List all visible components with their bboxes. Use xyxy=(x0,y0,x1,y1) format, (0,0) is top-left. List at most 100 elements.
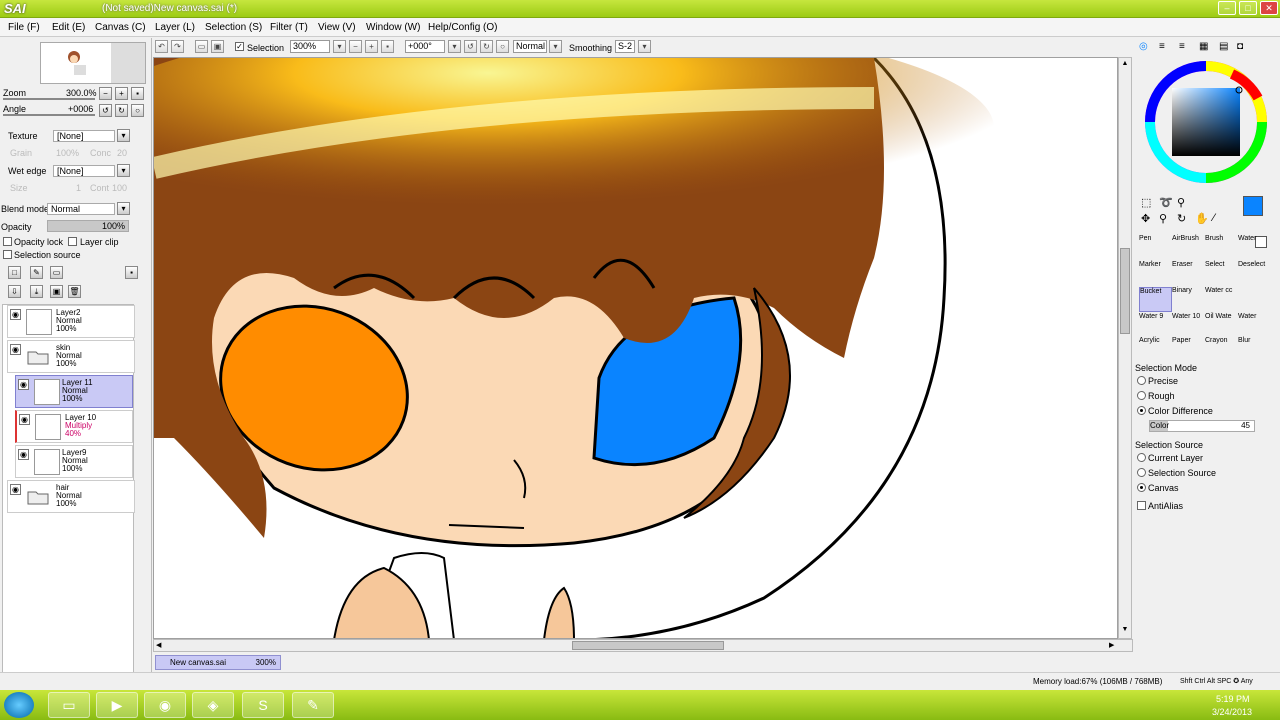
nav-rotate-left-icon[interactable]: ↺ xyxy=(99,104,112,117)
horizontal-scrollbar[interactable]: ◀ ▶ xyxy=(153,639,1133,652)
blend-mode-select[interactable]: Normal xyxy=(47,203,115,215)
transfer-down-icon[interactable]: ⇩ xyxy=(8,285,21,298)
menu-file[interactable]: File (F) xyxy=(8,22,40,33)
layer-mask-icon[interactable]: ▪ xyxy=(125,266,138,279)
tool-brush[interactable]: Brush xyxy=(1205,235,1238,260)
zoom-icon[interactable]: ⚲ xyxy=(1159,212,1167,225)
move-icon[interactable]: ✥ xyxy=(1141,212,1150,225)
color-difference-slider[interactable]: Color 45 xyxy=(1149,420,1255,432)
blend-dropdown-icon[interactable]: ▾ xyxy=(549,40,562,53)
vertical-scrollbar[interactable]: ▲ ▼ xyxy=(1118,57,1132,639)
palette-tab-icon[interactable]: ◘ xyxy=(1237,41,1243,52)
menu-edit[interactable]: Edit (E) xyxy=(52,22,85,33)
hsv-slider-tab-icon[interactable]: ≡ xyxy=(1179,41,1185,52)
radio-selection-source[interactable] xyxy=(1137,468,1146,477)
deselect-icon[interactable]: ▭ xyxy=(195,40,208,53)
zoom-dropdown-icon[interactable]: ▾ xyxy=(333,40,346,53)
eye-icon[interactable]: ◉ xyxy=(18,379,29,390)
sai-icon[interactable]: ✎ xyxy=(292,692,334,718)
eyedropper-icon[interactable]: ⁄ xyxy=(1213,212,1215,224)
nav-rotate-reset-icon[interactable]: ○ xyxy=(131,104,144,117)
tool-water-9[interactable]: Water 9 xyxy=(1139,313,1172,338)
menu-window[interactable]: Window (W) xyxy=(366,22,420,33)
blend-mode-dropdown-icon[interactable]: ▾ xyxy=(117,202,130,215)
hand-icon[interactable]: ✋ xyxy=(1195,212,1209,225)
menu-view[interactable]: View (V) xyxy=(318,22,356,33)
folder-icon[interactable]: ▭ xyxy=(48,692,90,718)
radio-color-difference[interactable] xyxy=(1137,406,1146,415)
zoom-field[interactable]: 300% xyxy=(290,40,330,53)
rgb-slider-tab-icon[interactable]: ≡ xyxy=(1159,41,1165,52)
undo-icon[interactable]: ↶ xyxy=(155,40,168,53)
antialias-checkbox[interactable] xyxy=(1137,501,1146,510)
scroll-down-icon[interactable]: ▼ xyxy=(1120,626,1130,636)
color-wheel-tab-icon[interactable]: ◎ xyxy=(1139,41,1148,52)
radio-canvas[interactable] xyxy=(1137,483,1146,492)
start-button[interactable] xyxy=(4,692,34,718)
horizontal-scroll-thumb[interactable] xyxy=(572,641,724,650)
new-layer-icon[interactable]: □ xyxy=(8,266,21,279)
menu-canvas[interactable]: Canvas (C) xyxy=(95,22,146,33)
tool-water-2[interactable]: Water xyxy=(1238,313,1271,338)
rotate-icon[interactable]: ↻ xyxy=(1177,212,1186,225)
close-button[interactable]: ✕ xyxy=(1260,1,1278,15)
primary-color-swatch[interactable] xyxy=(1243,196,1263,216)
smoothing-field[interactable]: S-2 xyxy=(615,40,635,53)
skype-icon[interactable]: S xyxy=(242,692,284,718)
zoom-out-icon[interactable]: − xyxy=(349,40,362,53)
magic-wand-icon[interactable]: ⚲ xyxy=(1177,196,1185,209)
zoom-in-icon[interactable]: + xyxy=(365,40,378,53)
delete-layer-icon[interactable]: 🗑 xyxy=(68,285,81,298)
blend-mode-field[interactable]: Normal xyxy=(513,40,547,53)
radio-rough[interactable] xyxy=(1137,391,1146,400)
wet-edge-select[interactable]: [None] xyxy=(53,165,115,177)
layer-item-skin[interactable]: ◉ skin Normal 100% xyxy=(7,340,135,373)
scroll-right-icon[interactable]: ▶ xyxy=(1109,641,1114,649)
tool-blur[interactable]: Blur xyxy=(1238,337,1271,362)
tool-airbrush[interactable]: AirBrush xyxy=(1172,235,1205,260)
media-icon[interactable]: ▶ xyxy=(96,692,138,718)
color-wheel[interactable] xyxy=(1142,58,1270,186)
vertical-scroll-thumb[interactable] xyxy=(1120,248,1130,334)
tool-select[interactable]: Select xyxy=(1205,261,1238,286)
angle-dropdown-icon[interactable]: ▾ xyxy=(448,40,461,53)
tool-deselect[interactable]: Deselect xyxy=(1238,261,1271,286)
eye-icon[interactable]: ◉ xyxy=(10,484,21,495)
texture-select[interactable]: [None] xyxy=(53,130,115,142)
invert-selection-icon[interactable]: ▣ xyxy=(211,40,224,53)
eye-icon[interactable]: ◉ xyxy=(19,414,30,425)
tool-water[interactable]: Water xyxy=(1238,235,1271,260)
tool-paper[interactable]: Paper xyxy=(1172,337,1205,362)
opacity-slider[interactable]: 100% xyxy=(47,220,129,232)
redo-icon[interactable]: ↷ xyxy=(171,40,184,53)
tool-water-10[interactable]: Water 10 xyxy=(1172,313,1205,338)
new-linework-layer-icon[interactable]: ✎ xyxy=(30,266,43,279)
selection-source-checkbox[interactable] xyxy=(3,250,12,259)
merge-down-icon[interactable]: ⤓ xyxy=(30,285,43,298)
rotate-right-icon[interactable]: ↻ xyxy=(480,40,493,53)
maximize-button[interactable]: □ xyxy=(1239,1,1257,15)
eye-icon[interactable]: ◉ xyxy=(10,344,21,355)
menu-layer[interactable]: Layer (L) xyxy=(155,22,195,33)
radio-current-layer[interactable] xyxy=(1137,453,1146,462)
nav-rotate-right-icon[interactable]: ↻ xyxy=(115,104,128,117)
wet-edge-dropdown-icon[interactable]: ▾ xyxy=(117,164,130,177)
tool-eraser[interactable]: Eraser xyxy=(1172,261,1205,286)
swatches-tab-icon[interactable]: ▦ xyxy=(1199,41,1208,52)
eye-icon[interactable]: ◉ xyxy=(18,449,29,460)
nav-zoom-in-icon[interactable]: + xyxy=(115,87,128,100)
layer-item-layer2[interactable]: ◉ Layer2 Normal 100% xyxy=(7,305,135,338)
layer-clip-checkbox[interactable] xyxy=(68,237,77,246)
tool-pen[interactable]: Pen xyxy=(1139,235,1172,260)
new-folder-icon[interactable]: ▭ xyxy=(50,266,63,279)
minimize-button[interactable]: – xyxy=(1218,1,1236,15)
select-rect-icon[interactable]: ⬚ xyxy=(1141,196,1151,209)
layer-item-hair[interactable]: ◉ hair Normal 100% xyxy=(7,480,135,513)
zoom-reset-icon[interactable]: ▪ xyxy=(381,40,394,53)
navigator-preview[interactable] xyxy=(40,42,146,84)
lasso-icon[interactable]: ➰ xyxy=(1159,196,1173,209)
tool-bucket[interactable]: Bucket xyxy=(1139,287,1172,312)
scroll-left-icon[interactable]: ◀ xyxy=(156,641,161,649)
zoom-slider[interactable] xyxy=(3,98,95,100)
tool-water-cc[interactable]: Water cc xyxy=(1205,287,1238,312)
